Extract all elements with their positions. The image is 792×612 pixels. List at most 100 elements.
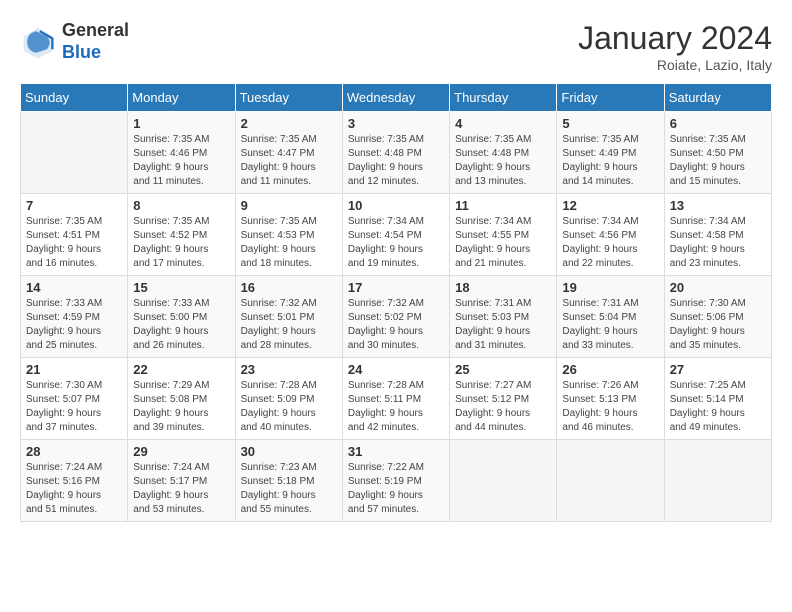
calendar-cell: 25Sunrise: 7:27 AM Sunset: 5:12 PM Dayli… <box>450 358 557 440</box>
day-number: 12 <box>562 198 658 213</box>
day-info: Sunrise: 7:31 AM Sunset: 5:04 PM Dayligh… <box>562 297 658 353</box>
calendar-body: 1 Sunrise: 7:35 AM Sunset: 4:46 PM Daylig… <box>21 112 772 522</box>
calendar-header: SundayMondayTuesdayWednesdayThursdayFrid… <box>21 84 772 112</box>
day-info: Sunrise: 7:34 AM Sunset: 4:58 PM Dayligh… <box>670 215 766 271</box>
day-number: 30 <box>241 444 337 459</box>
calendar-cell: 14 Sunrise: 7:33 AM Sunset: 4:59 PM Dayli… <box>21 276 128 358</box>
calendar-cell: 17 Sunrise: 7:32 AM Sunset: 5:02 PM Dayli… <box>342 276 449 358</box>
day-info: Sunrise: 7:35 AM Sunset: 4:50 PM Dayligh… <box>670 133 766 189</box>
day-number: 4 <box>455 116 551 131</box>
calendar-cell: 18 Sunrise: 7:31 AM Sunset: 5:03 PM Dayli… <box>450 276 557 358</box>
day-info: Sunrise: 7:32 AM Sunset: 5:02 PM Dayligh… <box>348 297 444 353</box>
calendar-cell <box>21 112 128 194</box>
day-info: Sunrise: 7:34 AM Sunset: 4:54 PM Dayligh… <box>348 215 444 271</box>
day-number: 29 <box>133 444 229 459</box>
page-header: General Blue January 2024 Roiate, Lazio,… <box>20 20 772 73</box>
day-number: 3 <box>348 116 444 131</box>
title-section: January 2024 Roiate, Lazio, Italy <box>578 20 772 73</box>
weekday-header-sunday: Sunday <box>21 84 128 112</box>
day-info: Sunrise: 7:35 AM Sunset: 4:49 PM Dayligh… <box>562 133 658 189</box>
day-number: 23 <box>241 362 337 377</box>
calendar-cell: 9 Sunrise: 7:35 AM Sunset: 4:53 PM Daylig… <box>235 194 342 276</box>
day-number: 13 <box>670 198 766 213</box>
weekday-header-saturday: Saturday <box>664 84 771 112</box>
day-info: Sunrise: 7:33 AM Sunset: 4:59 PM Dayligh… <box>26 297 122 353</box>
logo-general: General <box>62 20 129 40</box>
day-info: Sunrise: 7:25 AM Sunset: 5:14 PM Dayligh… <box>670 379 766 435</box>
calendar-week-2: 14 Sunrise: 7:33 AM Sunset: 4:59 PM Dayli… <box>21 276 772 358</box>
day-info: Sunrise: 7:35 AM Sunset: 4:53 PM Dayligh… <box>241 215 337 271</box>
weekday-header-monday: Monday <box>128 84 235 112</box>
day-number: 7 <box>26 198 122 213</box>
day-number: 24 <box>348 362 444 377</box>
day-info: Sunrise: 7:30 AM Sunset: 5:06 PM Dayligh… <box>670 297 766 353</box>
day-info: Sunrise: 7:24 AM Sunset: 5:17 PM Dayligh… <box>133 461 229 517</box>
day-number: 17 <box>348 280 444 295</box>
calendar-cell: 15 Sunrise: 7:33 AM Sunset: 5:00 PM Dayli… <box>128 276 235 358</box>
calendar-cell: 20 Sunrise: 7:30 AM Sunset: 5:06 PM Dayli… <box>664 276 771 358</box>
day-number: 18 <box>455 280 551 295</box>
calendar-week-3: 21Sunrise: 7:30 AM Sunset: 5:07 PM Dayli… <box>21 358 772 440</box>
calendar-cell: 4 Sunrise: 7:35 AM Sunset: 4:48 PM Daylig… <box>450 112 557 194</box>
day-info: Sunrise: 7:33 AM Sunset: 5:00 PM Dayligh… <box>133 297 229 353</box>
day-info: Sunrise: 7:31 AM Sunset: 5:03 PM Dayligh… <box>455 297 551 353</box>
calendar-cell <box>450 440 557 522</box>
day-info: Sunrise: 7:34 AM Sunset: 4:56 PM Dayligh… <box>562 215 658 271</box>
weekday-header-thursday: Thursday <box>450 84 557 112</box>
calendar-cell: 8 Sunrise: 7:35 AM Sunset: 4:52 PM Daylig… <box>128 194 235 276</box>
day-number: 14 <box>26 280 122 295</box>
day-number: 1 <box>133 116 229 131</box>
calendar-week-4: 28Sunrise: 7:24 AM Sunset: 5:16 PM Dayli… <box>21 440 772 522</box>
calendar-cell: 6Sunrise: 7:35 AM Sunset: 4:50 PM Daylig… <box>664 112 771 194</box>
day-number: 25 <box>455 362 551 377</box>
day-number: 16 <box>241 280 337 295</box>
weekday-header-tuesday: Tuesday <box>235 84 342 112</box>
day-info: Sunrise: 7:28 AM Sunset: 5:09 PM Dayligh… <box>241 379 337 435</box>
calendar-cell: 16 Sunrise: 7:32 AM Sunset: 5:01 PM Dayli… <box>235 276 342 358</box>
calendar-cell: 1 Sunrise: 7:35 AM Sunset: 4:46 PM Daylig… <box>128 112 235 194</box>
day-info: Sunrise: 7:26 AM Sunset: 5:13 PM Dayligh… <box>562 379 658 435</box>
calendar-cell: 12 Sunrise: 7:34 AM Sunset: 4:56 PM Dayli… <box>557 194 664 276</box>
day-info: Sunrise: 7:35 AM Sunset: 4:51 PM Dayligh… <box>26 215 122 271</box>
calendar-cell <box>664 440 771 522</box>
calendar-cell: 29 Sunrise: 7:24 AM Sunset: 5:17 PM Dayli… <box>128 440 235 522</box>
calendar-cell: 31Sunrise: 7:22 AM Sunset: 5:19 PM Dayli… <box>342 440 449 522</box>
day-info: Sunrise: 7:35 AM Sunset: 4:47 PM Dayligh… <box>241 133 337 189</box>
day-info: Sunrise: 7:23 AM Sunset: 5:18 PM Dayligh… <box>241 461 337 517</box>
calendar-week-0: 1 Sunrise: 7:35 AM Sunset: 4:46 PM Daylig… <box>21 112 772 194</box>
day-number: 15 <box>133 280 229 295</box>
calendar-cell: 3 Sunrise: 7:35 AM Sunset: 4:48 PM Daylig… <box>342 112 449 194</box>
calendar-cell: 13 Sunrise: 7:34 AM Sunset: 4:58 PM Dayli… <box>664 194 771 276</box>
month-title: January 2024 <box>578 20 772 57</box>
day-info: Sunrise: 7:32 AM Sunset: 5:01 PM Dayligh… <box>241 297 337 353</box>
calendar-cell: 2 Sunrise: 7:35 AM Sunset: 4:47 PM Daylig… <box>235 112 342 194</box>
calendar-cell: 30 Sunrise: 7:23 AM Sunset: 5:18 PM Dayli… <box>235 440 342 522</box>
calendar-cell: 22 Sunrise: 7:29 AM Sunset: 5:08 PM Dayli… <box>128 358 235 440</box>
day-number: 26 <box>562 362 658 377</box>
calendar-cell: 7 Sunrise: 7:35 AM Sunset: 4:51 PM Daylig… <box>21 194 128 276</box>
day-info: Sunrise: 7:35 AM Sunset: 4:48 PM Dayligh… <box>348 133 444 189</box>
day-info: Sunrise: 7:35 AM Sunset: 4:46 PM Dayligh… <box>133 133 229 189</box>
day-number: 20 <box>670 280 766 295</box>
weekday-row: SundayMondayTuesdayWednesdayThursdayFrid… <box>21 84 772 112</box>
calendar-cell: 24 Sunrise: 7:28 AM Sunset: 5:11 PM Dayli… <box>342 358 449 440</box>
calendar-table: SundayMondayTuesdayWednesdayThursdayFrid… <box>20 83 772 522</box>
calendar-cell: 19Sunrise: 7:31 AM Sunset: 5:04 PM Dayli… <box>557 276 664 358</box>
day-number: 21 <box>26 362 122 377</box>
calendar-cell <box>557 440 664 522</box>
day-number: 2 <box>241 116 337 131</box>
day-info: Sunrise: 7:35 AM Sunset: 4:48 PM Dayligh… <box>455 133 551 189</box>
weekday-header-wednesday: Wednesday <box>342 84 449 112</box>
day-number: 28 <box>26 444 122 459</box>
location-subtitle: Roiate, Lazio, Italy <box>578 57 772 73</box>
logo-blue: Blue <box>62 42 101 62</box>
day-number: 10 <box>348 198 444 213</box>
day-number: 22 <box>133 362 229 377</box>
logo-icon <box>20 24 56 60</box>
day-number: 9 <box>241 198 337 213</box>
day-info: Sunrise: 7:29 AM Sunset: 5:08 PM Dayligh… <box>133 379 229 435</box>
day-number: 8 <box>133 198 229 213</box>
day-info: Sunrise: 7:28 AM Sunset: 5:11 PM Dayligh… <box>348 379 444 435</box>
day-info: Sunrise: 7:35 AM Sunset: 4:52 PM Dayligh… <box>133 215 229 271</box>
calendar-cell: 27Sunrise: 7:25 AM Sunset: 5:14 PM Dayli… <box>664 358 771 440</box>
